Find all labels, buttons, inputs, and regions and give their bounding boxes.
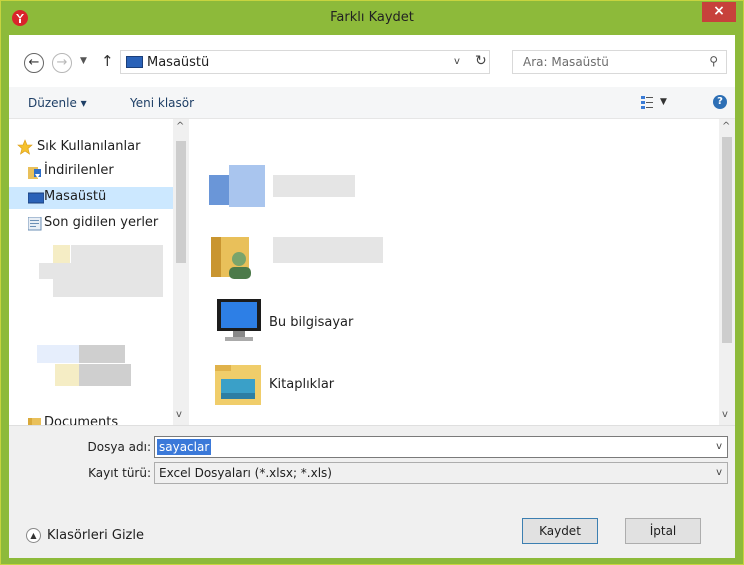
- desktop-icon: [126, 56, 143, 68]
- scrollbar-thumb[interactable]: [722, 137, 732, 343]
- blurred-label: [53, 279, 163, 297]
- desktop-icon: [27, 191, 45, 205]
- address-bar[interactable]: Masaüstü v ↻: [120, 50, 490, 74]
- file-list: Bu bilgisayar Kitaplıklar Ağ: [189, 119, 719, 425]
- list-item[interactable]: [209, 165, 509, 223]
- scroll-up-icon[interactable]: ^: [176, 121, 184, 132]
- sidebar-item-label: Sık Kullanılanlar: [37, 139, 141, 154]
- filename-label: Dosya adı:: [87, 440, 151, 454]
- frame-right: [735, 35, 743, 559]
- sidebar-item-label: İndirilenler: [44, 163, 114, 178]
- file-type-select[interactable]: Excel Dosyaları (*.xlsx; *.xls) v: [154, 462, 728, 484]
- view-options-chevron-icon[interactable]: ▼: [660, 97, 667, 107]
- folder-icon: [28, 417, 42, 425]
- filename-history-chevron-icon[interactable]: v: [716, 441, 722, 452]
- sidebar-item-label: Documents: [44, 415, 119, 425]
- list-item-label: Bu bilgisayar: [269, 315, 354, 330]
- list-item[interactable]: [209, 225, 509, 283]
- computer-icon: [213, 299, 265, 348]
- frame-left: [1, 35, 9, 559]
- navigation-pane-scrollbar[interactable]: ^ v: [173, 119, 189, 425]
- window-title: Farklı Kaydet: [330, 10, 414, 25]
- sidebar-item-documents[interactable]: Documents: [9, 413, 173, 425]
- hide-folders-label: Klasörleri Gizle: [47, 528, 144, 543]
- sidebar-item-downloads[interactable]: İndirilenler: [9, 161, 173, 183]
- filename-value[interactable]: sayaclar: [157, 439, 212, 455]
- blurred-icon: [55, 364, 79, 386]
- sidebar-item-label: Son gidilen yerler: [44, 215, 159, 230]
- scrollbar-thumb[interactable]: [176, 141, 186, 263]
- blurred-label: [39, 263, 163, 279]
- sidebar-item-label: Masaüstü: [44, 189, 107, 204]
- cancel-button[interactable]: İptal: [625, 518, 701, 544]
- blurred-label: [79, 364, 131, 386]
- refresh-icon[interactable]: ↻: [475, 53, 487, 69]
- blurred-icon: [209, 175, 229, 205]
- back-button[interactable]: ←: [24, 53, 44, 73]
- change-view-icon[interactable]: [641, 95, 653, 109]
- blurred-label: [71, 245, 163, 263]
- up-button[interactable]: ↑: [101, 52, 114, 70]
- dialog-footer: ▲ Klasörleri Gizle Kaydet İptal: [9, 501, 735, 558]
- libraries-folder-icon: [213, 361, 265, 410]
- sidebar-item-recent-places[interactable]: Son gidilen yerler: [9, 213, 189, 235]
- navigation-bar: ← → ▼ ↑ Masaüstü v ↻ Ara: Masaüstü ⚲: [9, 35, 735, 87]
- dialog-body: ← → ▼ ↑ Masaüstü v ↻ Ara: Masaüstü ⚲ Düz…: [9, 35, 735, 558]
- close-button[interactable]: ×: [702, 2, 736, 22]
- blurred-label: [79, 345, 125, 363]
- file-type-value: Excel Dosyaları (*.xlsx; *.xls): [159, 466, 332, 480]
- collapse-icon: ▲: [26, 528, 41, 543]
- scroll-up-icon[interactable]: ^: [722, 121, 730, 132]
- organize-button[interactable]: Düzenle ▾: [28, 96, 87, 110]
- navigation-pane: Sık Kullanılanlar İndirilenler Masaüstü …: [9, 119, 189, 425]
- new-folder-button[interactable]: Yeni klasör: [130, 96, 194, 110]
- title-bar[interactable]: Farklı Kaydet ×: [1, 1, 743, 35]
- list-item-label: Kitaplıklar: [269, 377, 335, 392]
- recent-places-icon: [27, 216, 42, 231]
- forward-button[interactable]: →: [52, 53, 72, 73]
- user-folder-icon: [209, 231, 257, 284]
- file-type-label: Kayıt türü:: [88, 466, 151, 480]
- star-icon: [17, 139, 33, 155]
- blurred-icon: [229, 165, 265, 207]
- recent-locations-button[interactable]: ▼: [80, 56, 87, 66]
- blurred-label: [273, 175, 355, 197]
- save-as-dialog: Farklı Kaydet × ← → ▼ ↑ Masaüstü v ↻ Ara…: [0, 0, 744, 565]
- filename-input[interactable]: sayaclar v: [154, 436, 728, 458]
- downloads-folder-icon: [28, 165, 42, 179]
- scroll-down-icon[interactable]: v: [176, 409, 182, 420]
- search-placeholder: Ara: Masaüstü: [523, 55, 609, 69]
- search-input[interactable]: Ara: Masaüstü ⚲: [512, 50, 727, 74]
- address-history-chevron-icon[interactable]: v: [454, 56, 460, 67]
- scroll-down-icon[interactable]: v: [722, 409, 728, 420]
- sidebar-item-desktop[interactable]: Masaüstü: [9, 187, 173, 209]
- save-button[interactable]: Kaydet: [522, 518, 598, 544]
- command-toolbar: Düzenle ▾ Yeni klasör ▼ ?: [9, 87, 735, 119]
- sidebar-item-favorites[interactable]: Sık Kullanılanlar: [9, 137, 173, 159]
- list-item[interactable]: Bu bilgisayar: [209, 293, 509, 351]
- file-list-scrollbar[interactable]: ^ v: [719, 119, 735, 425]
- search-icon[interactable]: ⚲: [709, 54, 718, 68]
- file-type-chevron-icon[interactable]: v: [716, 467, 722, 478]
- address-text[interactable]: Masaüstü: [147, 55, 209, 70]
- list-item[interactable]: Kitaplıklar: [209, 355, 509, 413]
- help-icon[interactable]: ?: [713, 95, 727, 109]
- save-options: Dosya adı: sayaclar v Kayıt türü: Excel …: [9, 425, 735, 501]
- blurred-label: [273, 237, 383, 263]
- blurred-icon: [53, 245, 70, 263]
